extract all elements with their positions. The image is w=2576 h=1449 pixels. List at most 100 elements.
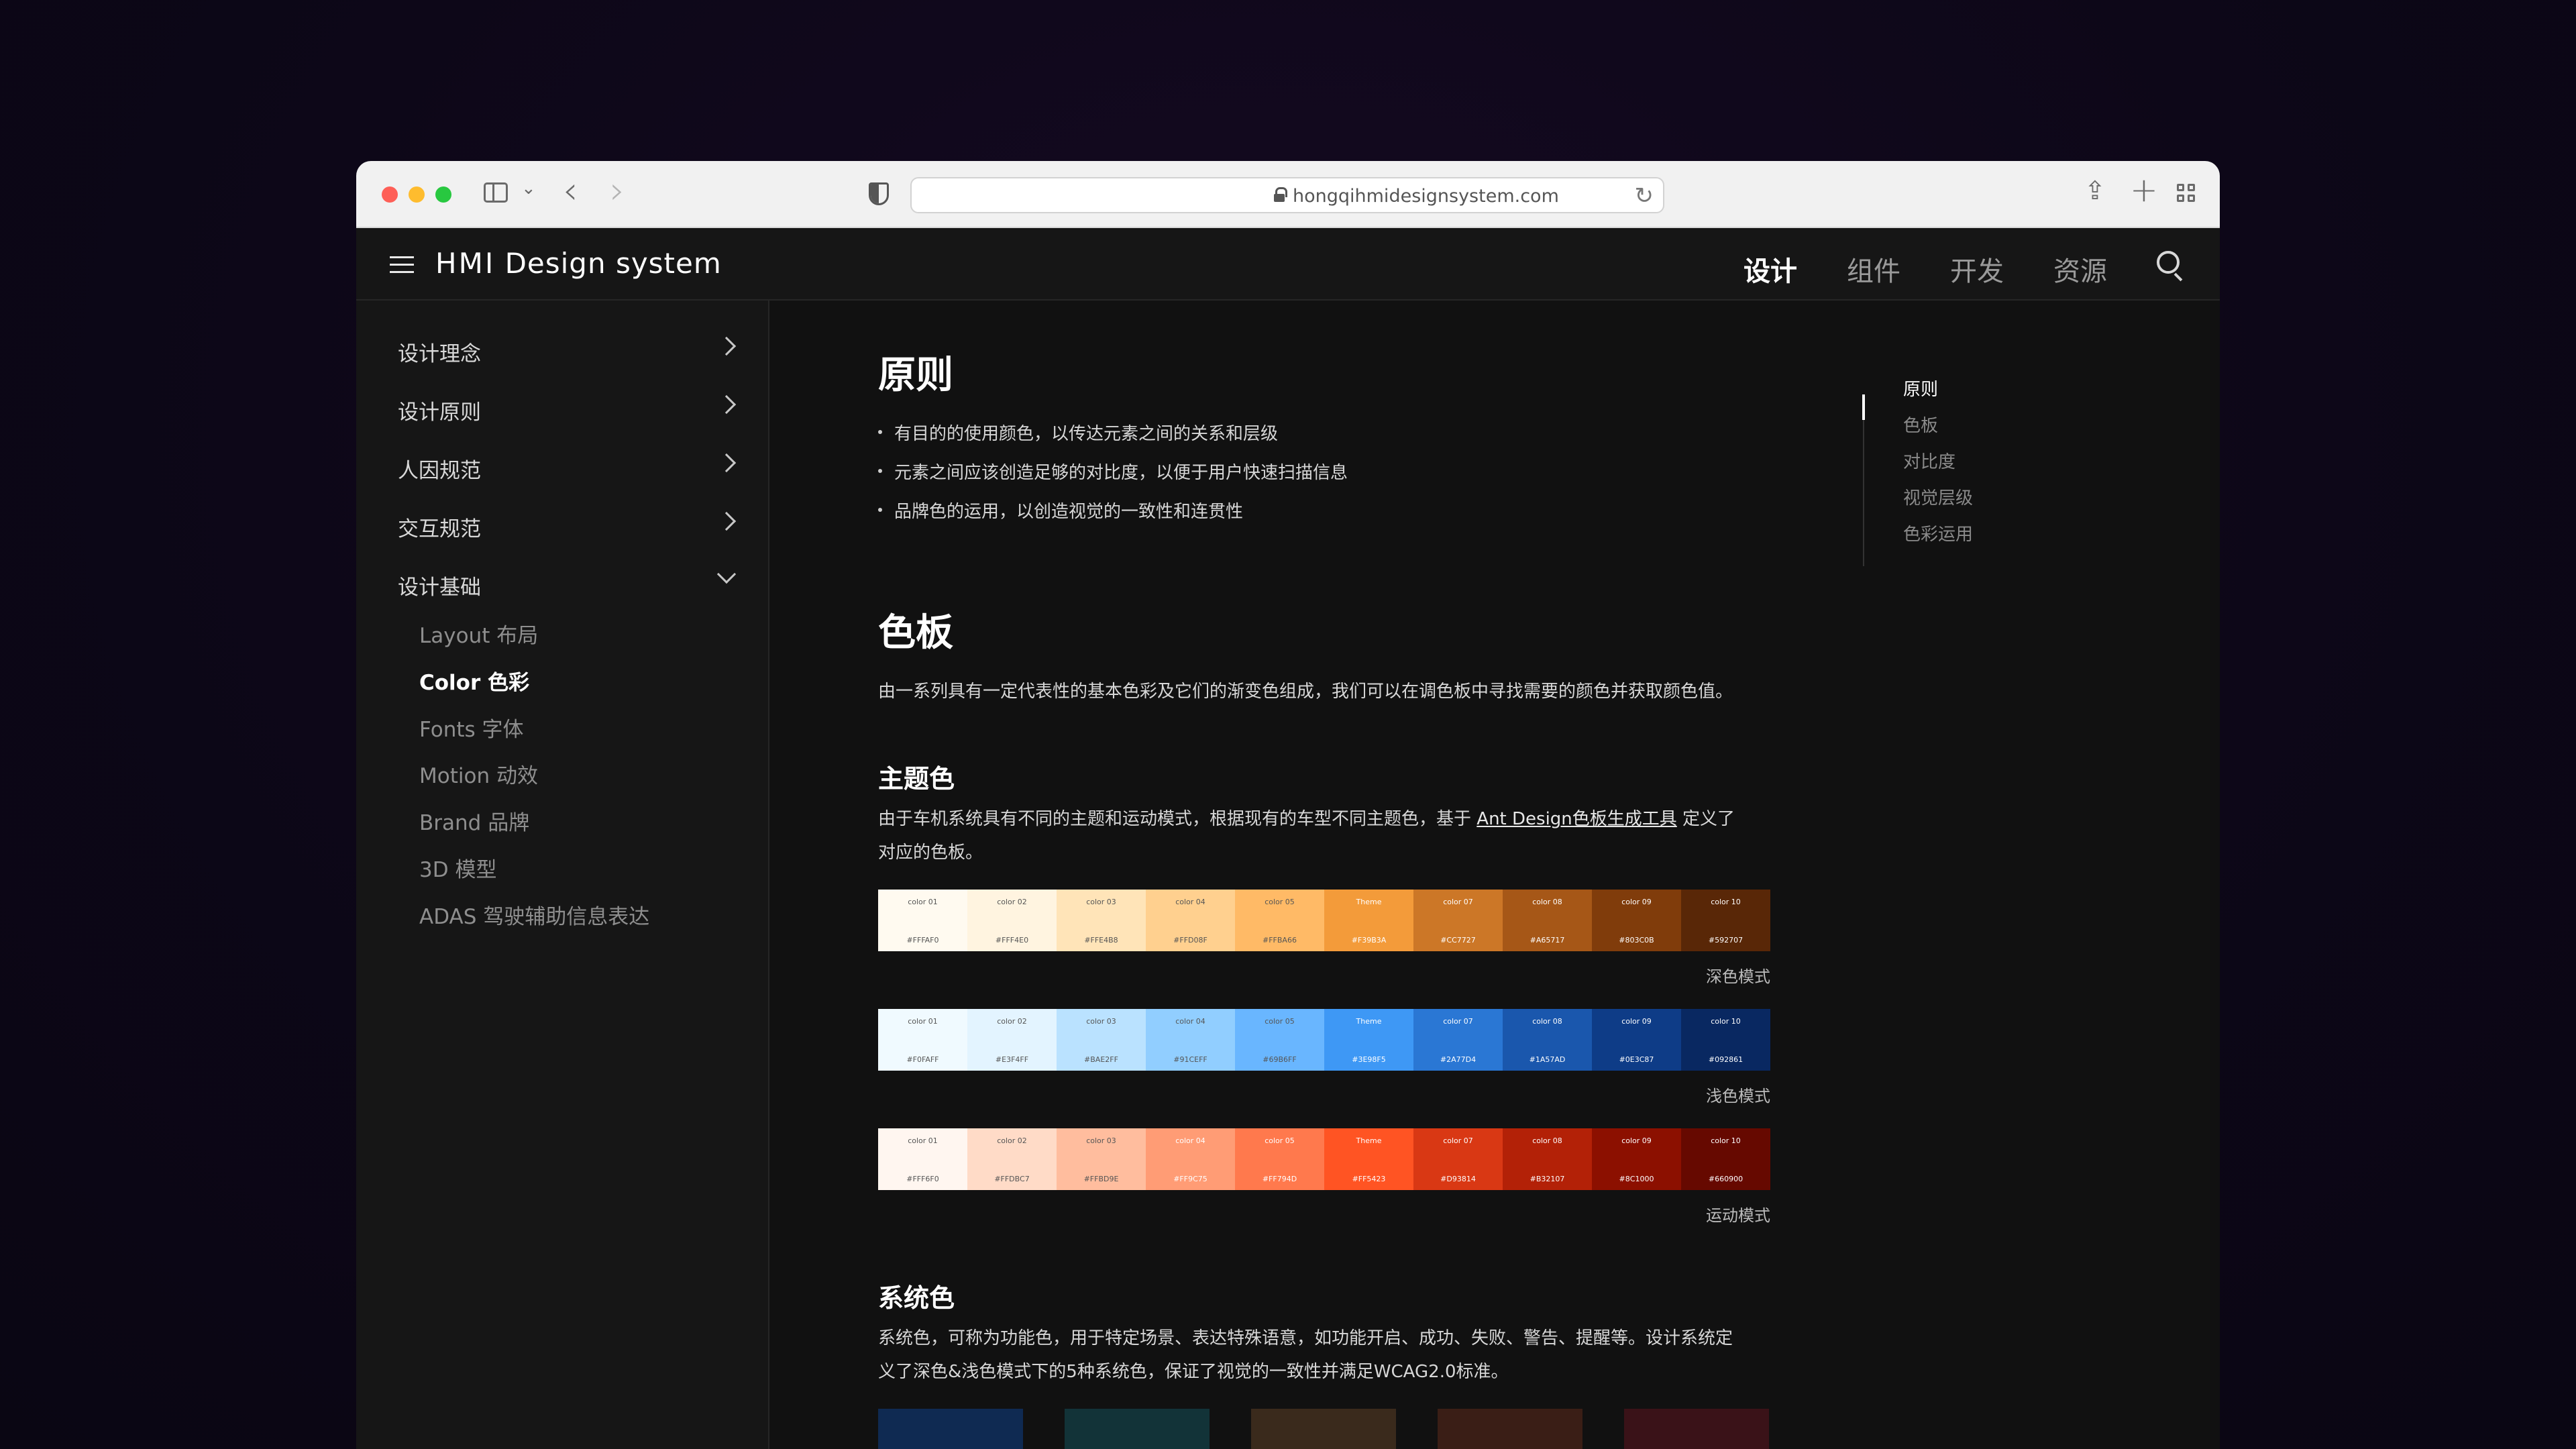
tab-overview-icon[interactable]	[2177, 184, 2196, 203]
nav-components[interactable]: 组件	[1847, 250, 1900, 288]
privacy-shield-icon[interactable]	[869, 182, 889, 205]
color-swatch[interactable]: color 05 #69B6FF	[1235, 1009, 1324, 1071]
maximize-window-button[interactable]	[435, 186, 451, 203]
sidebar-subitem-adas[interactable]: ADAS 驾驶辅助信息表达	[419, 900, 649, 930]
swatch-hex: #69B6FF	[1263, 1055, 1297, 1064]
color-swatch[interactable]: color 09 #8C1000	[1592, 1128, 1681, 1190]
forward-button[interactable]: ›	[610, 169, 625, 213]
color-swatch[interactable]: color 01 #FFFAF0	[878, 890, 967, 951]
swatch-hex: #1A57AD	[1529, 1055, 1566, 1064]
color-swatch[interactable]: color 02 #FFDBC7	[967, 1128, 1057, 1190]
color-swatch[interactable]: color 10 #660900	[1681, 1128, 1770, 1190]
mode-label-light: 浅色模式	[1706, 1087, 1770, 1106]
swatch-hex: #FF794D	[1262, 1175, 1297, 1183]
principle-item: 有目的的使用颜色，以传达元素之间的关系和层级	[878, 420, 1278, 445]
chevron-down-icon	[716, 564, 737, 584]
sidebar-item-design-basics[interactable]: 设计基础	[398, 564, 737, 610]
close-window-button[interactable]	[382, 186, 398, 203]
toc-active-indicator	[1862, 394, 1865, 420]
color-swatch[interactable]: color 05 #FFBA66	[1235, 890, 1324, 951]
sidebar-item-design-principles[interactable]: 设计原则	[398, 394, 737, 435]
toc-item-color-usage[interactable]: 色彩运用	[1903, 521, 1973, 545]
chevron-right-icon	[716, 394, 737, 415]
back-button[interactable]: ‹	[563, 169, 578, 213]
color-swatch[interactable]: color 08 #1A57AD	[1503, 1009, 1592, 1071]
new-tab-button[interactable]: +	[2130, 170, 2158, 209]
sidebar-item-label: 设计理念	[398, 342, 481, 366]
swatch-name: color 10	[1711, 1136, 1741, 1145]
swatch-hex: #092861	[1708, 1055, 1743, 1064]
address-bar[interactable]: hongqihmidesignsystem.com ↻	[910, 177, 1664, 213]
nav-develop[interactable]: 开发	[1950, 250, 2004, 288]
search-icon[interactable]	[2157, 251, 2180, 274]
sidebar-subitem-color[interactable]: Color 色彩	[419, 665, 529, 696]
color-swatch[interactable]: color 07 #CC7727	[1413, 890, 1503, 951]
site-logo[interactable]: HMI Design system	[435, 247, 722, 280]
system-color-swatch	[1251, 1409, 1396, 1449]
color-swatch[interactable]: color 09 #803C0B	[1592, 890, 1681, 951]
swatch-hex: #FFFAF0	[906, 936, 939, 945]
sidebar-subitem-motion[interactable]: Motion 动效	[419, 759, 538, 789]
swatch-hex: #A65717	[1529, 936, 1565, 945]
toc-item-principles[interactable]: 原则	[1903, 376, 1938, 400]
color-swatch[interactable]: color 01 #FFF6F0	[878, 1128, 967, 1190]
system-color-swatch	[1624, 1409, 1769, 1449]
color-swatch[interactable]: color 10 #092861	[1681, 1009, 1770, 1071]
color-swatch[interactable]: color 02 #E3F4FF	[967, 1009, 1057, 1071]
color-swatch[interactable]: color 04 #91CEFF	[1146, 1009, 1235, 1071]
color-swatch[interactable]: Theme #FF5423	[1324, 1128, 1413, 1190]
color-swatch[interactable]: color 10 #592707	[1681, 890, 1770, 951]
color-swatch[interactable]: color 02 #FFF4E0	[967, 890, 1057, 951]
sidebar-item-design-concept[interactable]: 设计理念	[398, 336, 737, 377]
swatch-hex: #F39B3A	[1351, 936, 1387, 945]
sidebar-subitem-fonts[interactable]: Fonts 字体	[419, 712, 524, 743]
swatch-name: color 10	[1711, 898, 1741, 906]
color-swatch[interactable]: Theme #3E98F5	[1324, 1009, 1413, 1071]
color-swatch[interactable]: color 09 #0E3C87	[1592, 1009, 1681, 1071]
sidebar-subitem-layout[interactable]: Layout 布局	[419, 619, 538, 649]
color-swatch[interactable]: Theme #F39B3A	[1324, 890, 1413, 951]
sidebar-item-interaction[interactable]: 交互规范	[398, 511, 737, 552]
toc-item-visual-hierarchy[interactable]: 视觉层级	[1903, 484, 1973, 509]
chevron-down-icon[interactable]: ⌄	[521, 178, 536, 199]
color-swatch[interactable]: color 08 #A65717	[1503, 890, 1592, 951]
sidebar-item-label: 人因规范	[398, 459, 481, 483]
toc-item-contrast[interactable]: 对比度	[1903, 448, 1955, 473]
theme-color-heading: 主题色	[878, 764, 955, 794]
swatch-name: color 02	[997, 898, 1027, 906]
color-swatch[interactable]: color 08 #B32107	[1503, 1128, 1592, 1190]
nav-resources[interactable]: 资源	[2053, 250, 2107, 288]
minimize-window-button[interactable]	[409, 186, 425, 203]
swatch-name: color 03	[1086, 898, 1116, 906]
swatch-name: color 08	[1532, 1136, 1562, 1145]
sidebar-toggle-icon[interactable]	[484, 182, 508, 203]
toc-item-palette[interactable]: 色板	[1903, 412, 1938, 437]
color-swatch[interactable]: color 05 #FF794D	[1235, 1128, 1324, 1190]
palette-heading: 色板	[878, 611, 953, 655]
mode-label-sport: 运动模式	[1706, 1206, 1770, 1225]
palette-dark: color 01 #FFFAF0 color 02 #FFF4E0 color 03 #F…	[878, 890, 1770, 951]
color-swatch[interactable]: color 01 #F0FAFF	[878, 1009, 967, 1071]
share-icon[interactable]: ⇪	[2084, 176, 2106, 205]
sidebar-subitem-3d-model[interactable]: 3D 模型	[419, 853, 496, 883]
sidebar: 设计理念 设计原则 人因规范 交互规范 设计基础 Layout 布局 Color…	[356, 301, 769, 1449]
swatch-hex: #8C1000	[1619, 1175, 1654, 1183]
reload-icon[interactable]: ↻	[1635, 182, 1654, 209]
menu-icon[interactable]	[390, 256, 414, 274]
sidebar-item-human-factors[interactable]: 人因规范	[398, 453, 737, 494]
color-swatch[interactable]: color 03 #FFE4B8	[1057, 890, 1146, 951]
color-swatch[interactable]: color 07 #2A77D4	[1413, 1009, 1503, 1071]
nav-design[interactable]: 设计	[1743, 250, 1797, 288]
swatch-hex: #FFE4B8	[1084, 936, 1118, 945]
color-swatch[interactable]: color 04 #FFD08F	[1146, 890, 1235, 951]
color-swatch[interactable]: color 04 #FF9C75	[1146, 1128, 1235, 1190]
swatch-hex: #E3F4FF	[995, 1055, 1029, 1064]
color-swatch[interactable]: color 03 #FFBD9E	[1057, 1128, 1146, 1190]
color-swatch[interactable]: color 07 #D93814	[1413, 1128, 1503, 1190]
ant-design-link[interactable]: Ant Design色板生成工具	[1477, 809, 1677, 829]
swatch-hex: #FFBD9E	[1083, 1175, 1119, 1183]
swatch-hex: #91CEFF	[1173, 1055, 1208, 1064]
sidebar-subitem-brand[interactable]: Brand 品牌	[419, 806, 529, 836]
color-swatch[interactable]: color 03 #BAE2FF	[1057, 1009, 1146, 1071]
lock-icon	[1274, 187, 1287, 203]
